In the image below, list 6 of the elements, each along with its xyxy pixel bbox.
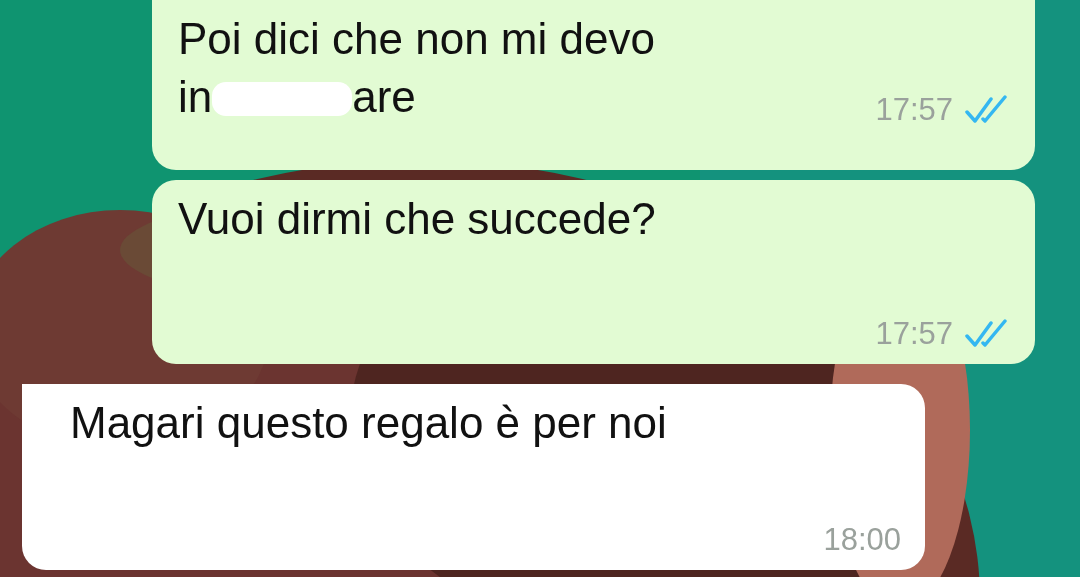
message-time: 18:00 [823,522,901,558]
message-time: 17:57 [875,316,953,352]
message-text: Poi dici che non mi devo in are [178,13,655,123]
message-text: Vuoi dirmi che succede? [178,193,656,245]
message-time: 17:57 [875,92,953,128]
message-text: Magari questo regalo è per noi [70,397,667,449]
